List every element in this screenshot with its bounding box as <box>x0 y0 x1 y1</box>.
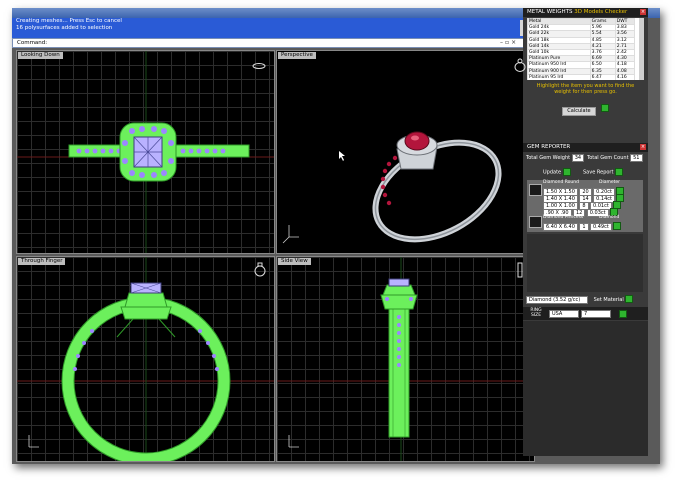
panel-empty-area <box>523 321 648 456</box>
gem-size: 6.40 X 6.40 <box>543 222 578 231</box>
viewport-label: Looking Down <box>18 52 63 59</box>
plugin-panel: METAL WEIGHTS 3D Models Checker × Metal … <box>523 8 648 456</box>
metal-weights-hint: Highlight the item you want to find the … <box>536 83 635 95</box>
ring-size-standard-select[interactable]: USA <box>549 310 579 318</box>
close-icon[interactable]: × <box>511 39 518 46</box>
top-view-ring <box>17 51 274 253</box>
ring-size-label: RING SIZE <box>530 308 542 318</box>
total-gem-count-row: Total Gem Count 51 <box>587 154 643 162</box>
update-label: Update <box>543 169 562 176</box>
gem-reporter-header: GEM REPORTER × <box>523 143 648 152</box>
update-button[interactable] <box>562 168 571 176</box>
gem-group-column: Diameter <box>599 180 621 185</box>
gem-reporter-title: GEM REPORTER <box>527 144 571 150</box>
viewport-ring-gizmo-icon <box>517 262 523 278</box>
gem-row: 6.40 X 6.40 1 0.49ct <box>543 222 622 231</box>
command-input[interactable]: Command: <box>12 38 528 48</box>
gem-weight: 0.49ct <box>589 222 612 231</box>
viewport-through-finger[interactable]: Through Finger <box>16 256 275 462</box>
table-row[interactable]: Platinum 95 Ird 6.47 4.16 <box>527 73 636 80</box>
dwt-cell: 4.16 <box>614 73 636 80</box>
command-window-controls: –▫× <box>500 39 518 46</box>
command-log-line-2: 16 polysurfaces added to selection <box>16 24 113 31</box>
metal-weights-accent: 3D Models Checker <box>574 9 628 15</box>
viewport-looking-down[interactable]: Looking Down <box>16 50 275 254</box>
rendered-ruby-ring <box>282 131 502 244</box>
viewport-side-view[interactable]: Side View <box>276 256 535 462</box>
total-gem-count-label: Total Gem Count <box>587 155 629 161</box>
set-material-button[interactable] <box>625 295 634 303</box>
ring-size-section: RING SIZE USA 7 <box>523 307 648 320</box>
viewport-label: Side View <box>278 258 311 265</box>
gem-list[interactable]: Diamond Round Diameter 1.50 X 1.50 20 0.… <box>527 180 643 232</box>
calculate-row: Calculate <box>523 97 648 116</box>
calculate-button[interactable]: Calculate <box>562 107 596 116</box>
gem-group-title: Diamond Round <box>543 180 579 185</box>
metal-weights-header: METAL WEIGHTS 3D Models Checker × <box>523 8 648 17</box>
gem-reporter-section: GEM REPORTER × <box>523 143 648 152</box>
metal-weights-scrollbar[interactable] <box>639 18 644 80</box>
diamond-princess-icon <box>529 216 542 228</box>
metal-weights-title: METAL WEIGHTS <box>527 9 573 15</box>
command-prompt: Command: <box>17 40 48 46</box>
viewport-ring-gizmo-icon <box>254 262 266 277</box>
update-row: Update <box>543 168 571 177</box>
viewport-label: Through Finger <box>18 258 66 265</box>
ring-size-select[interactable]: 7 <box>581 310 611 318</box>
grams-cell: 6.47 <box>589 73 616 80</box>
total-gem-weight-row: Total Gem Weight 34 <box>526 154 585 162</box>
gem-row-button[interactable] <box>613 222 622 230</box>
viewport-ring-gizmo-icon <box>252 63 266 69</box>
save-report-row: Save Report <box>583 168 624 177</box>
close-icon[interactable]: × <box>640 144 646 150</box>
metal-weights-table[interactable]: Metal Grams DWT Gold 24k 5.96 3.83 Gold 22k… <box>527 18 644 80</box>
front-view-ring <box>17 257 274 461</box>
viewport-label: Perspective <box>278 52 316 59</box>
material-select[interactable]: Diamond (3.52 g/cc) <box>526 295 588 304</box>
diamond-round-icon <box>529 184 542 196</box>
metal-name-cell: Platinum 95 Ird <box>527 73 591 80</box>
material-row: Diamond (3.52 g/cc) Set Material <box>526 295 634 304</box>
command-history: Creating meshes... Press Esc to cancel 1… <box>12 18 528 38</box>
viewport-ring-gizmo-icon <box>514 58 526 72</box>
total-gem-count-value: 51 <box>630 154 643 162</box>
side-view-ring <box>277 257 534 461</box>
gem-count: 1 <box>579 222 589 231</box>
save-report-button[interactable] <box>615 168 624 176</box>
close-icon[interactable]: × <box>640 9 646 15</box>
viewport-perspective[interactable]: Perspective <box>276 50 535 254</box>
total-gem-weight-value: 34 <box>571 154 585 162</box>
save-report-label: Save Report <box>583 169 614 176</box>
go-button[interactable] <box>600 103 609 112</box>
gem-list-empty-area <box>527 234 643 292</box>
set-material-label: Set Material <box>593 296 624 303</box>
total-gem-weight-label: Total Gem Weight <box>526 155 571 161</box>
gem-group-title: Diamond Princess <box>543 215 584 220</box>
gem-group-column: Diamond <box>599 215 620 220</box>
ring-size-go-button[interactable] <box>619 310 627 318</box>
